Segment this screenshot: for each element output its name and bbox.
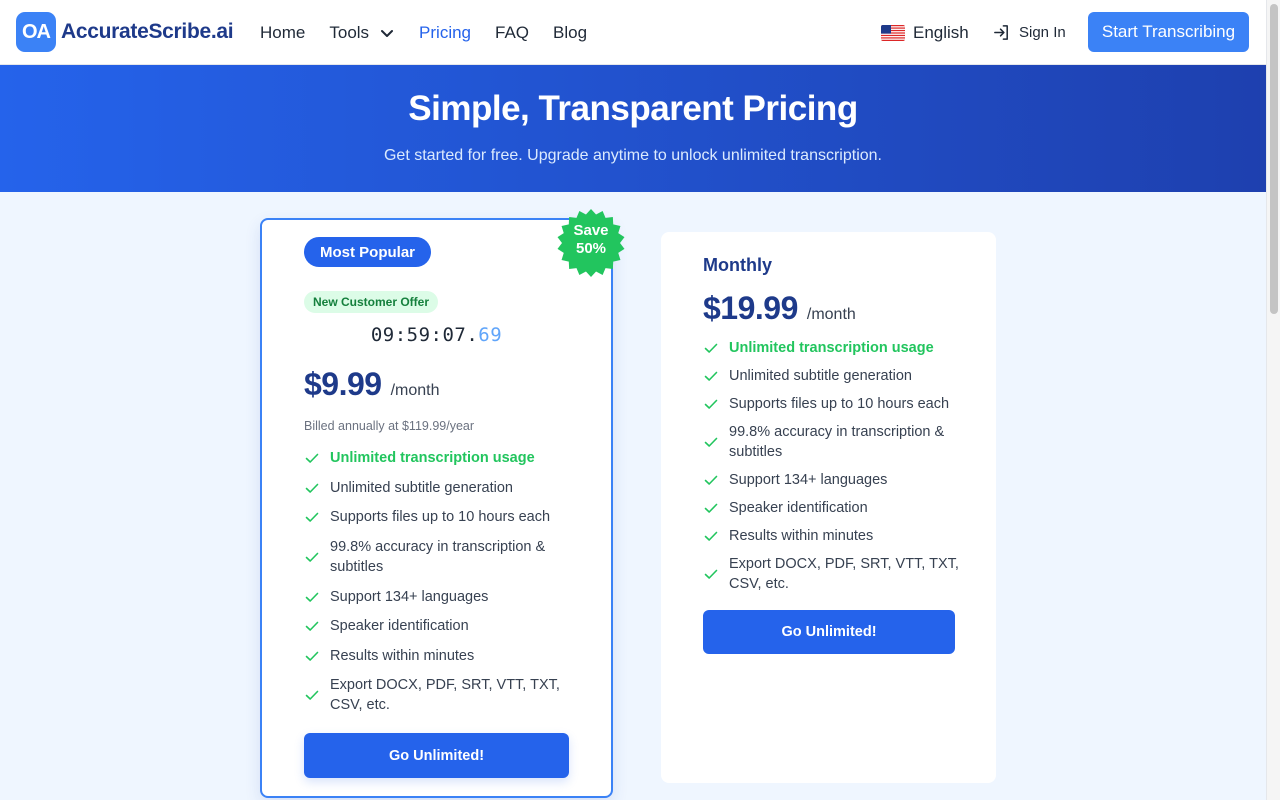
annual-price-period: /month xyxy=(390,382,440,399)
pricing-hero: Simple, Transparent Pricing Get started … xyxy=(0,65,1266,192)
scrollbar-thumb[interactable] xyxy=(1270,4,1278,314)
check-icon xyxy=(704,437,718,447)
feature-item: Supports files up to 10 hours each xyxy=(304,507,550,527)
annual-go-unlimited-button[interactable]: Go Unlimited! xyxy=(304,733,569,778)
feature-text: Speaker identification xyxy=(330,618,469,634)
check-icon xyxy=(305,512,319,522)
check-icon xyxy=(704,399,718,409)
monthly-price-period: /month xyxy=(806,306,856,323)
save-line-2: 50% xyxy=(575,240,607,257)
feature-text: Supports files up to 10 hours each xyxy=(729,396,950,412)
nav-pricing[interactable]: Pricing xyxy=(419,23,471,43)
monthly-price-amount: $19.99 xyxy=(703,290,798,326)
monthly-go-unlimited-button[interactable]: Go Unlimited! xyxy=(703,610,955,654)
top-navbar: OA AccurateScribe.ai Home Tools Pricing … xyxy=(0,0,1266,65)
feature-item: Support 134+ languages xyxy=(304,587,488,607)
check-icon xyxy=(305,690,319,700)
most-popular-badge: Most Popular xyxy=(304,237,432,267)
countdown-timer: 09:59:07.69 xyxy=(262,324,611,346)
monthly-price: $19.99 /month xyxy=(703,290,856,327)
feature-item: 99.8% accuracy in transcription & subtit… xyxy=(304,537,570,577)
sign-in-icon xyxy=(994,25,1008,40)
check-icon xyxy=(305,552,319,562)
nav-blog[interactable]: Blog xyxy=(553,23,587,43)
feature-text: Unlimited transcription usage xyxy=(729,340,934,356)
nav-tools[interactable]: Tools xyxy=(329,23,395,43)
feature-item: Speaker identification xyxy=(703,498,868,518)
us-flag-icon xyxy=(881,24,905,41)
main-nav: Home Tools Pricing FAQ Blog xyxy=(260,0,611,65)
feature-item: Results within minutes xyxy=(304,646,474,666)
sign-in-link[interactable]: Sign In xyxy=(992,0,1066,65)
sign-in-label: Sign In xyxy=(1019,24,1066,41)
check-icon xyxy=(704,343,718,353)
check-icon xyxy=(704,569,718,579)
feature-text: Unlimited transcription usage xyxy=(330,450,535,466)
feature-item: Unlimited transcription usage xyxy=(304,448,535,468)
new-customer-offer-tag: New Customer Offer xyxy=(304,291,439,313)
nav-home[interactable]: Home xyxy=(260,23,305,43)
timer-main: 09:59:07. xyxy=(370,324,479,346)
feature-item: Export DOCX, PDF, SRT, VTT, TXT, CSV, et… xyxy=(304,675,575,715)
feature-item: Export DOCX, PDF, SRT, VTT, TXT, CSV, et… xyxy=(703,554,964,594)
page-subtitle: Get started for free. Upgrade anytime to… xyxy=(383,147,882,164)
nav-faq[interactable]: FAQ xyxy=(495,23,529,43)
annual-price: $9.99 /month xyxy=(304,366,440,403)
save-text: Save 50% xyxy=(556,222,626,258)
save-line-1: Save xyxy=(573,222,609,239)
page-title: Simple, Transparent Pricing xyxy=(408,89,858,128)
check-icon xyxy=(305,592,319,602)
feature-text: Unlimited subtitle generation xyxy=(729,368,912,384)
feature-item: Supports files up to 10 hours each xyxy=(703,394,949,414)
feature-item: Unlimited subtitle generation xyxy=(304,478,513,498)
check-icon xyxy=(305,483,319,493)
feature-item: Support 134+ languages xyxy=(703,470,887,490)
feature-item: Results within minutes xyxy=(703,526,873,546)
logo-mark-icon: OA xyxy=(16,12,56,52)
timer-ms: 69 xyxy=(478,324,503,346)
billed-annually-note: Billed annually at $119.99/year xyxy=(304,419,475,433)
save-badge: Save 50% xyxy=(556,208,626,278)
annual-price-amount: $9.99 xyxy=(304,366,382,402)
language-selector[interactable]: English xyxy=(881,0,969,65)
feature-text: Export DOCX, PDF, SRT, VTT, TXT, CSV, et… xyxy=(729,556,959,592)
feature-text: Results within minutes xyxy=(729,528,874,544)
feature-item: Speaker identification xyxy=(304,616,469,636)
page-scrollbar[interactable] xyxy=(1266,0,1280,800)
check-icon xyxy=(704,503,718,513)
check-icon xyxy=(305,651,319,661)
feature-text: 99.8% accuracy in transcription & subtit… xyxy=(729,424,945,460)
feature-text: Unlimited subtitle generation xyxy=(330,480,513,496)
feature-text: Results within minutes xyxy=(330,648,475,664)
check-icon xyxy=(305,453,319,463)
language-label: English xyxy=(913,22,969,42)
logo[interactable]: OA AccurateScribe.ai xyxy=(16,12,234,52)
feature-item: 99.8% accuracy in transcription & subtit… xyxy=(703,422,959,462)
nav-tools-label: Tools xyxy=(329,22,370,42)
check-icon xyxy=(704,531,718,541)
feature-text: Speaker identification xyxy=(729,500,868,516)
monthly-plan-card: Monthly $19.99 /month Unlimited transcri… xyxy=(661,232,996,783)
monthly-plan-title: Monthly xyxy=(703,255,772,275)
feature-text: Support 134+ languages xyxy=(330,589,489,605)
check-icon xyxy=(704,475,718,485)
feature-text: Support 134+ languages xyxy=(729,472,888,488)
feature-text: Supports files up to 10 hours each xyxy=(330,509,551,525)
start-transcribing-button[interactable]: Start Transcribing xyxy=(1088,12,1249,52)
logo-text: AccurateScribe.ai xyxy=(61,20,234,43)
feature-text: 99.8% accuracy in transcription & subtit… xyxy=(330,539,546,575)
feature-text: Export DOCX, PDF, SRT, VTT, TXT, CSV, et… xyxy=(330,677,560,713)
feature-item: Unlimited subtitle generation xyxy=(703,366,912,386)
check-icon xyxy=(305,621,319,631)
feature-item: Unlimited transcription usage xyxy=(703,338,934,358)
chevron-down-icon xyxy=(381,29,394,37)
check-icon xyxy=(704,371,718,381)
annual-plan-card: Most Popular Save 50% New Customer Offer… xyxy=(260,209,625,798)
